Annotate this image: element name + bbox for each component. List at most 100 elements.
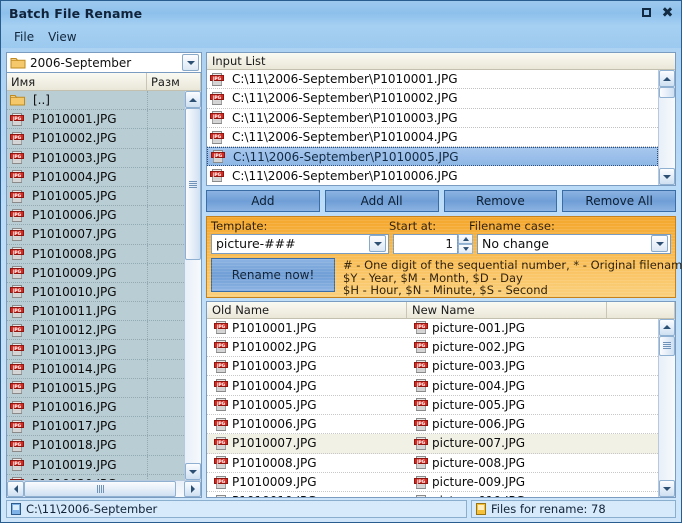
- remove-button[interactable]: Remove: [443, 190, 558, 212]
- column-header-old-name[interactable]: Old Name: [207, 301, 407, 318]
- scroll-up-button[interactable]: [659, 318, 675, 336]
- input-list-row[interactable]: JPG C:\11\2006-September\P1010004.JPG: [207, 128, 658, 148]
- new-name-cell: JPG picture-001.JPG: [407, 320, 658, 335]
- file-list-row[interactable]: JPG P1010008.JPG: [7, 244, 184, 264]
- file-list-row[interactable]: JPG P1010005.JPG: [7, 186, 184, 207]
- filename-case-combobox[interactable]: No change: [477, 233, 671, 254]
- file-list-row[interactable]: JPG P1010007.JPG: [7, 225, 184, 245]
- input-list-row[interactable]: JPG C:\11\2006-September\P1010003.JPG: [207, 109, 658, 128]
- preview-row[interactable]: JPG P1010008.JPG JPG picture-008.JPG: [207, 454, 658, 473]
- rename-now-button[interactable]: Rename now!: [211, 258, 335, 292]
- file-list-row[interactable]: JPG P1010013.JPG: [7, 340, 184, 360]
- file-list-row[interactable]: [..]: [7, 91, 184, 111]
- folder-combobox-arrow[interactable]: [182, 54, 199, 71]
- add-button[interactable]: Add: [206, 190, 320, 212]
- svg-text:JPG: JPG: [216, 382, 226, 387]
- file-list-row[interactable]: JPG P1010009.JPG: [7, 263, 184, 283]
- hscroll-thumb[interactable]: [24, 481, 176, 497]
- file-list-row[interactable]: JPG P1010015.JPG: [7, 378, 184, 398]
- jpg-file-icon: JPG: [211, 378, 232, 393]
- preview-row[interactable]: JPG P1010001.JPG JPG picture-001.JPG: [207, 319, 658, 338]
- preview-row[interactable]: JPG P1010009.JPG JPG picture-009.JPG: [207, 473, 658, 493]
- scroll-down-button[interactable]: [185, 463, 201, 480]
- column-header-name[interactable]: Имя: [7, 73, 147, 90]
- folder-path-combobox[interactable]: 2006-September: [6, 52, 202, 73]
- preview-vertical-scrollbar[interactable]: [658, 318, 675, 497]
- input-list-row[interactable]: JPG C:\11\2006-September\P1010001.JPG: [207, 70, 658, 90]
- old-name-cell: JPG P1010005.JPG: [207, 397, 407, 412]
- preview-row[interactable]: JPG P1010002.JPG JPG picture-002.JPG: [207, 338, 658, 358]
- chevron-down-icon: [186, 60, 195, 65]
- preview-row[interactable]: JPG P1010005.JPG JPG picture-005.JPG: [207, 396, 658, 415]
- file-list-row[interactable]: JPG P1010011.JPG: [7, 302, 184, 322]
- scroll-thumb[interactable]: [185, 108, 201, 260]
- scroll-thumb[interactable]: [659, 87, 675, 98]
- status-count-cell: Files for rename: 78: [471, 500, 676, 518]
- stepper-down-button[interactable]: [458, 243, 473, 254]
- start-at-input[interactable]: 1: [393, 233, 458, 254]
- old-name-cell: JPG P1010002.JPG: [207, 339, 407, 354]
- file-list-row[interactable]: JPG P1010006.JPG: [7, 206, 184, 226]
- file-list-horizontal-scrollbar[interactable]: [7, 480, 201, 497]
- menu-item-view[interactable]: View: [43, 28, 85, 47]
- add-all-button[interactable]: Add All: [324, 190, 439, 212]
- file-name-label: P1010008.JPG: [32, 246, 117, 261]
- stepper-up-button[interactable]: [458, 233, 473, 244]
- column-header-extra[interactable]: [607, 301, 675, 318]
- scroll-right-button[interactable]: [184, 481, 201, 497]
- scroll-thumb[interactable]: [659, 335, 675, 356]
- template-combobox[interactable]: picture-###: [211, 233, 389, 254]
- file-list-row[interactable]: JPG P1010012.JPG: [7, 321, 184, 341]
- svg-text:JPG: JPG: [212, 76, 222, 81]
- preview-row[interactable]: JPG P1010003.JPG JPG picture-003.JPG: [207, 357, 658, 377]
- file-list-row[interactable]: JPG P1010010.JPG: [7, 282, 184, 303]
- scroll-track[interactable]: [659, 335, 675, 480]
- scroll-left-button[interactable]: [7, 481, 24, 497]
- input-list-vertical-scrollbar[interactable]: [658, 70, 675, 185]
- close-icon: ✖: [661, 5, 674, 21]
- filename-case-arrow[interactable]: [651, 235, 668, 252]
- scroll-track[interactable]: [185, 108, 201, 463]
- preview-row[interactable]: JPG P1010007.JPG JPG picture-007.JPG: [207, 434, 658, 454]
- rename-panel: Input List JPG C:\11\2006-September\P1010…: [206, 52, 682, 498]
- start-at-stepper[interactable]: 1: [393, 233, 473, 254]
- file-list-vertical-scrollbar[interactable]: [184, 91, 201, 480]
- input-list-row[interactable]: JPG C:\11\2006-September\P1010002.JPG: [207, 89, 658, 109]
- column-header-size[interactable]: Разм: [147, 73, 201, 90]
- scroll-track[interactable]: [659, 87, 675, 168]
- column-divider: [147, 417, 148, 436]
- menu-item-file[interactable]: File: [9, 28, 43, 47]
- file-list-row[interactable]: JPG P1010018.JPG: [7, 436, 184, 456]
- preview-row[interactable]: JPG P1010004.JPG JPG picture-004.JPG: [207, 376, 658, 396]
- file-list-row[interactable]: JPG P1010016.JPG: [7, 398, 184, 418]
- scroll-up-button[interactable]: [659, 70, 675, 87]
- file-list-row[interactable]: JPG P1010017.JPG: [7, 417, 184, 437]
- file-list-row[interactable]: JPG P1010001.JPG: [7, 110, 184, 130]
- file-list-rows: [..] JPG P1010001.JPG JPG P1010002.JPG JPG P10…: [7, 91, 184, 480]
- file-list-row[interactable]: JPG P1010019.JPG: [7, 455, 184, 475]
- input-file-path: C:\11\2006-September\P1010006.JPG: [232, 168, 458, 183]
- input-list-row[interactable]: JPG C:\11\2006-September\P1010005.JPG: [207, 147, 658, 167]
- file-list-row[interactable]: JPG P1010004.JPG: [7, 167, 184, 187]
- hscroll-track[interactable]: [24, 481, 184, 497]
- column-header-new-name[interactable]: New Name: [407, 301, 607, 318]
- input-list-row[interactable]: JPG C:\11\2006-September\P1010006.JPG: [207, 166, 658, 185]
- file-list-row[interactable]: JPG P1010003.JPG: [7, 148, 184, 168]
- old-name-cell: JPGP1010010.JPG: [207, 494, 407, 497]
- preview-row[interactable]: JPG P1010006.JPG JPG picture-006.JPG: [207, 415, 658, 435]
- new-name-label: picture-004.JPG: [432, 378, 526, 393]
- svg-text:JPG: JPG: [216, 459, 226, 464]
- scroll-down-button[interactable]: [659, 480, 675, 497]
- file-list-row[interactable]: JPGP1010020.JPG: [7, 474, 184, 480]
- close-button[interactable]: ✖: [660, 6, 675, 21]
- remove-all-button[interactable]: Remove All: [562, 190, 676, 212]
- maximize-button[interactable]: [640, 6, 655, 21]
- svg-text:JPG: JPG: [212, 134, 222, 139]
- template-combobox-arrow[interactable]: [369, 235, 386, 252]
- file-list-row[interactable]: JPG P1010002.JPG: [7, 129, 184, 149]
- scroll-down-button[interactable]: [659, 168, 675, 185]
- scroll-up-button[interactable]: [185, 91, 201, 108]
- file-list-row[interactable]: JPG P1010014.JPG: [7, 359, 184, 379]
- start-at-label: Start at:: [389, 219, 437, 233]
- preview-row[interactable]: JPGP1010010.JPGJPGpicture-010.JPG: [207, 492, 658, 497]
